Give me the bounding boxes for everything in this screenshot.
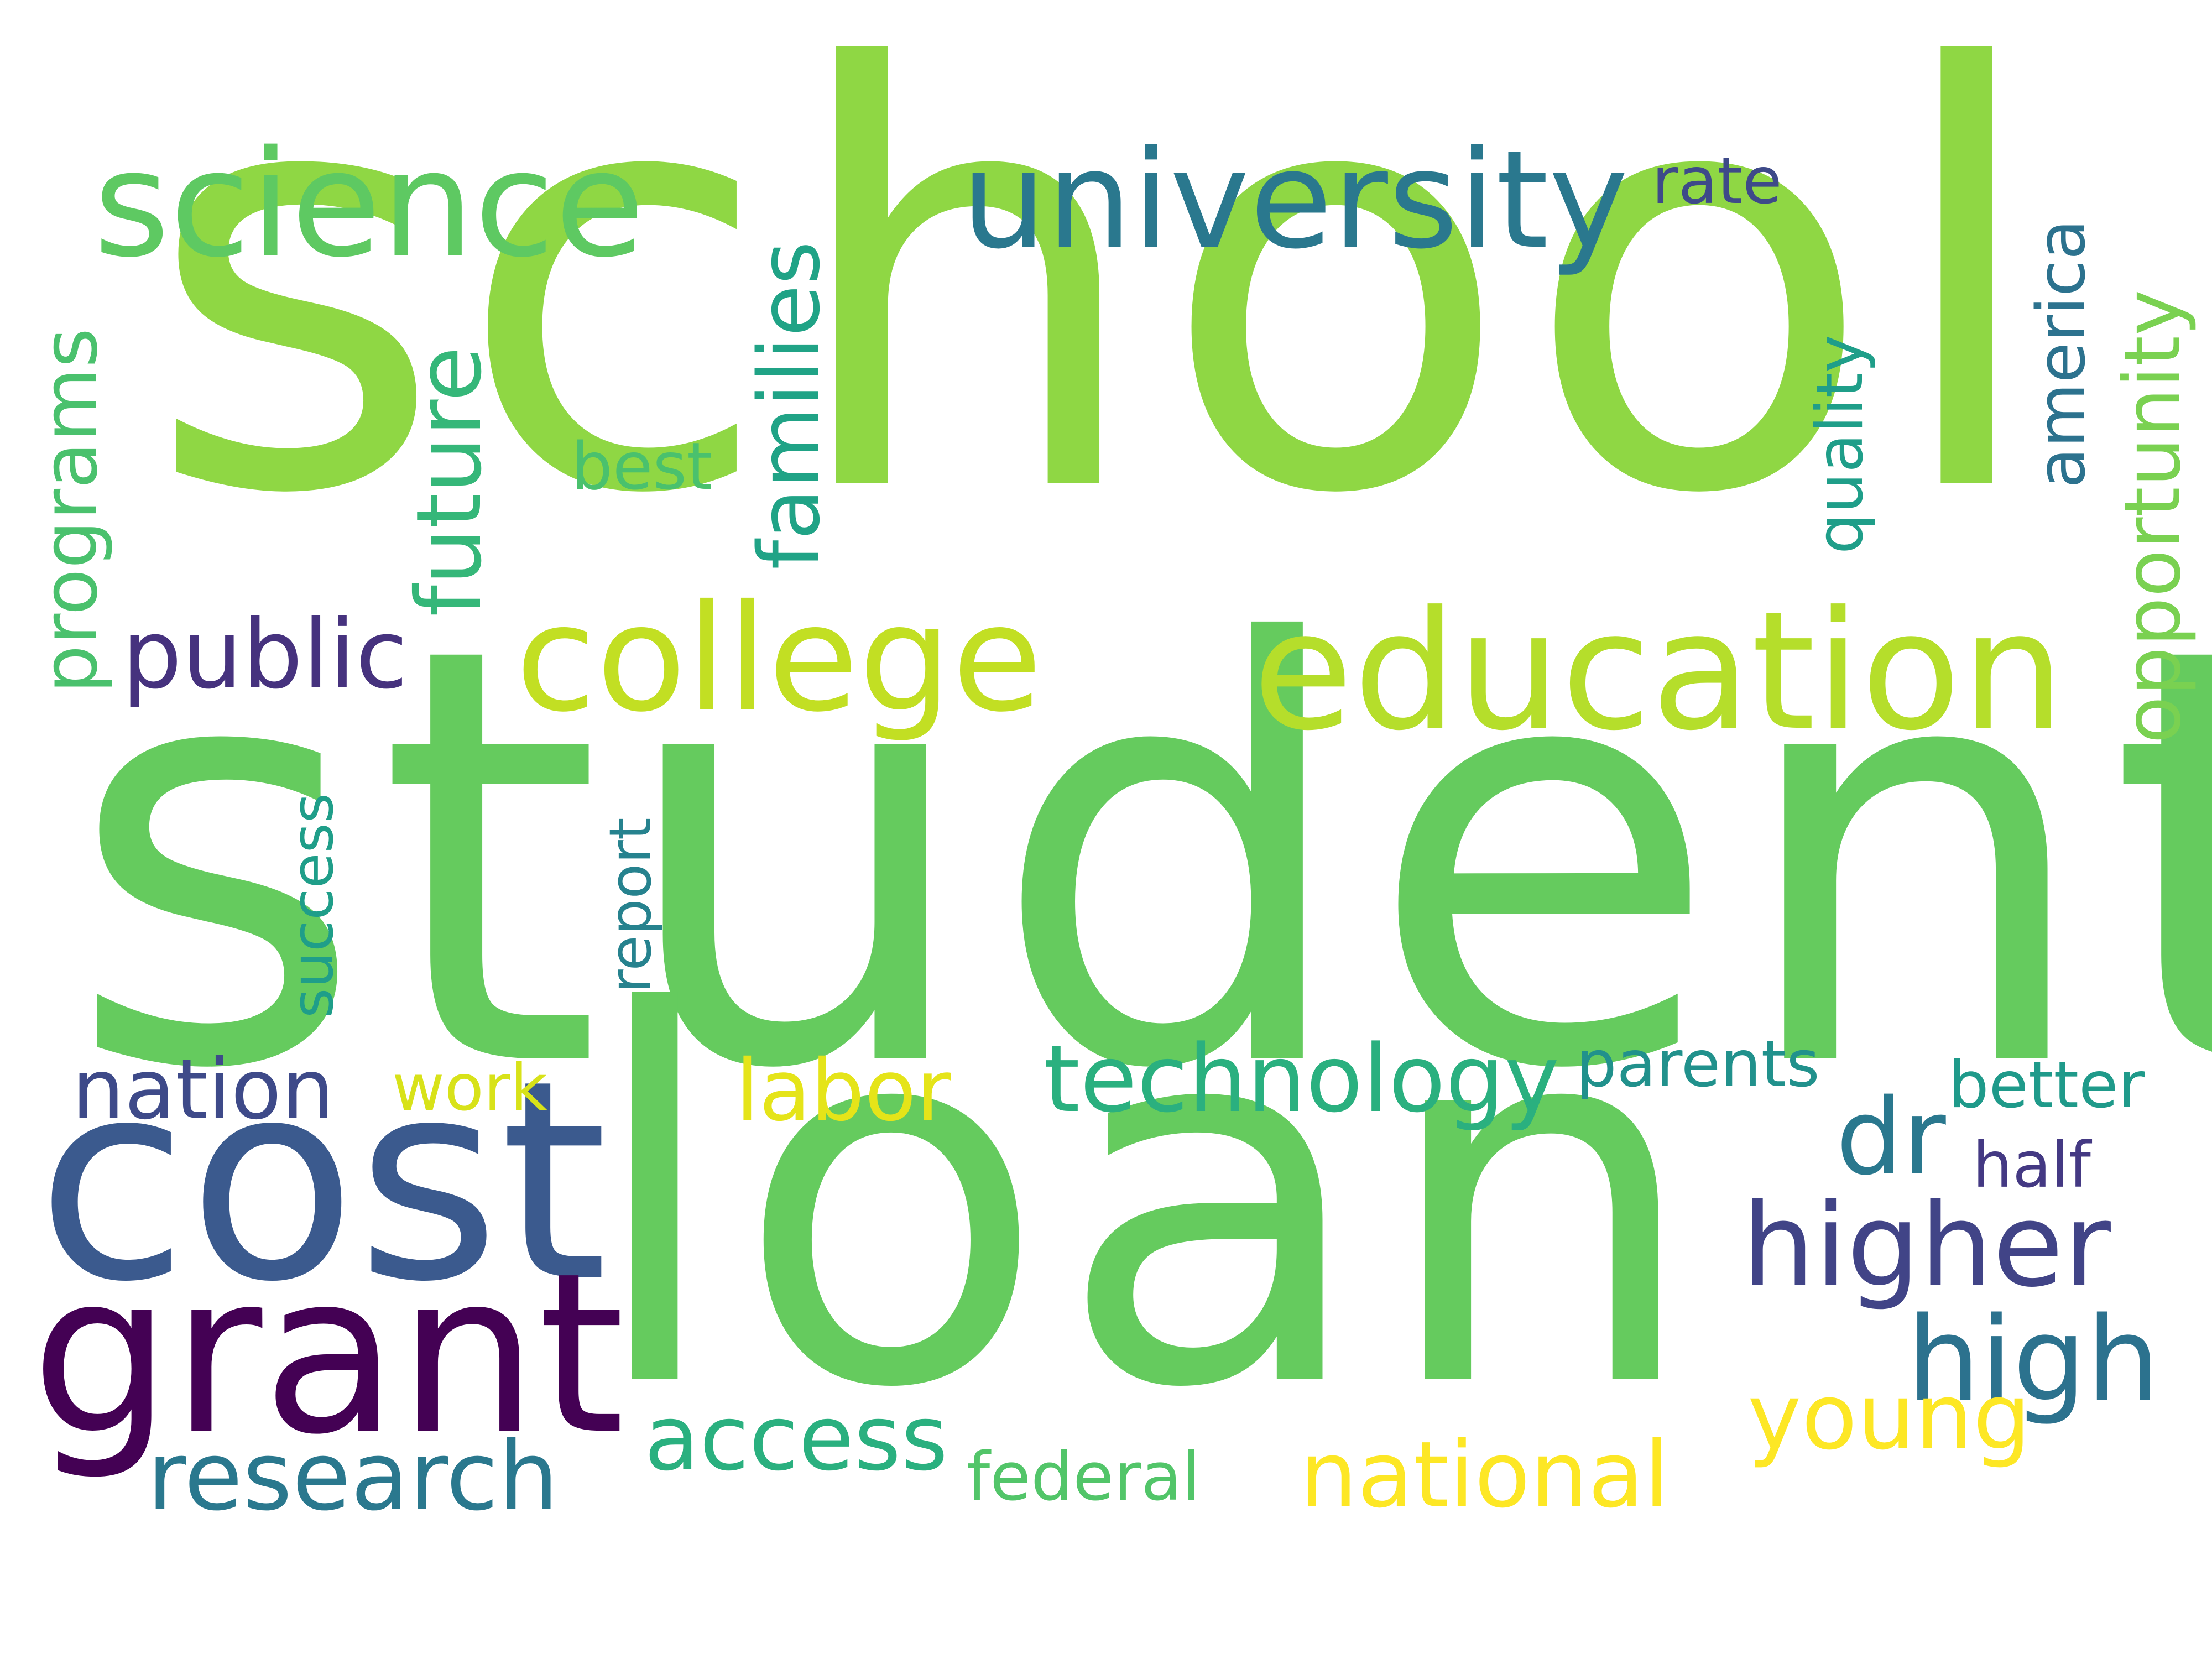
word-parents: parents: [1576, 1027, 1820, 1102]
word-america: america: [2023, 219, 2100, 488]
word-opportunity: opportunity: [2107, 289, 2198, 744]
word-technology: technology: [1044, 1025, 1559, 1133]
word-families: families: [740, 241, 838, 570]
word-quality: quality: [1803, 335, 1877, 554]
word-labor: labor: [735, 1042, 951, 1140]
word-rate: rate: [1652, 144, 1782, 218]
word-university: university: [961, 122, 1629, 279]
word-success: success: [279, 793, 346, 1018]
word-higher: higher: [1742, 1179, 2111, 1313]
word-cloud: school student loan cost grant science u…: [0, 0, 2212, 1659]
word-better: better: [1948, 1048, 2145, 1123]
word-federal: federal: [967, 1439, 1201, 1516]
word-young: young: [1747, 1364, 2031, 1470]
word-programs: programs: [25, 328, 114, 693]
word-education: education: [1253, 576, 2065, 766]
word-future: future: [398, 346, 502, 617]
word-dr: dr: [1836, 1076, 1946, 1198]
word-work: work: [392, 1051, 547, 1125]
word-best: best: [571, 428, 713, 504]
word-access: access: [644, 1386, 948, 1491]
word-science: science: [93, 119, 645, 290]
word-college: college: [515, 573, 1042, 744]
word-research: research: [147, 1421, 559, 1532]
word-national: national: [1300, 1422, 1670, 1528]
word-nation: nation: [72, 1042, 335, 1138]
word-public: public: [122, 599, 408, 710]
word-report: report: [597, 817, 664, 993]
